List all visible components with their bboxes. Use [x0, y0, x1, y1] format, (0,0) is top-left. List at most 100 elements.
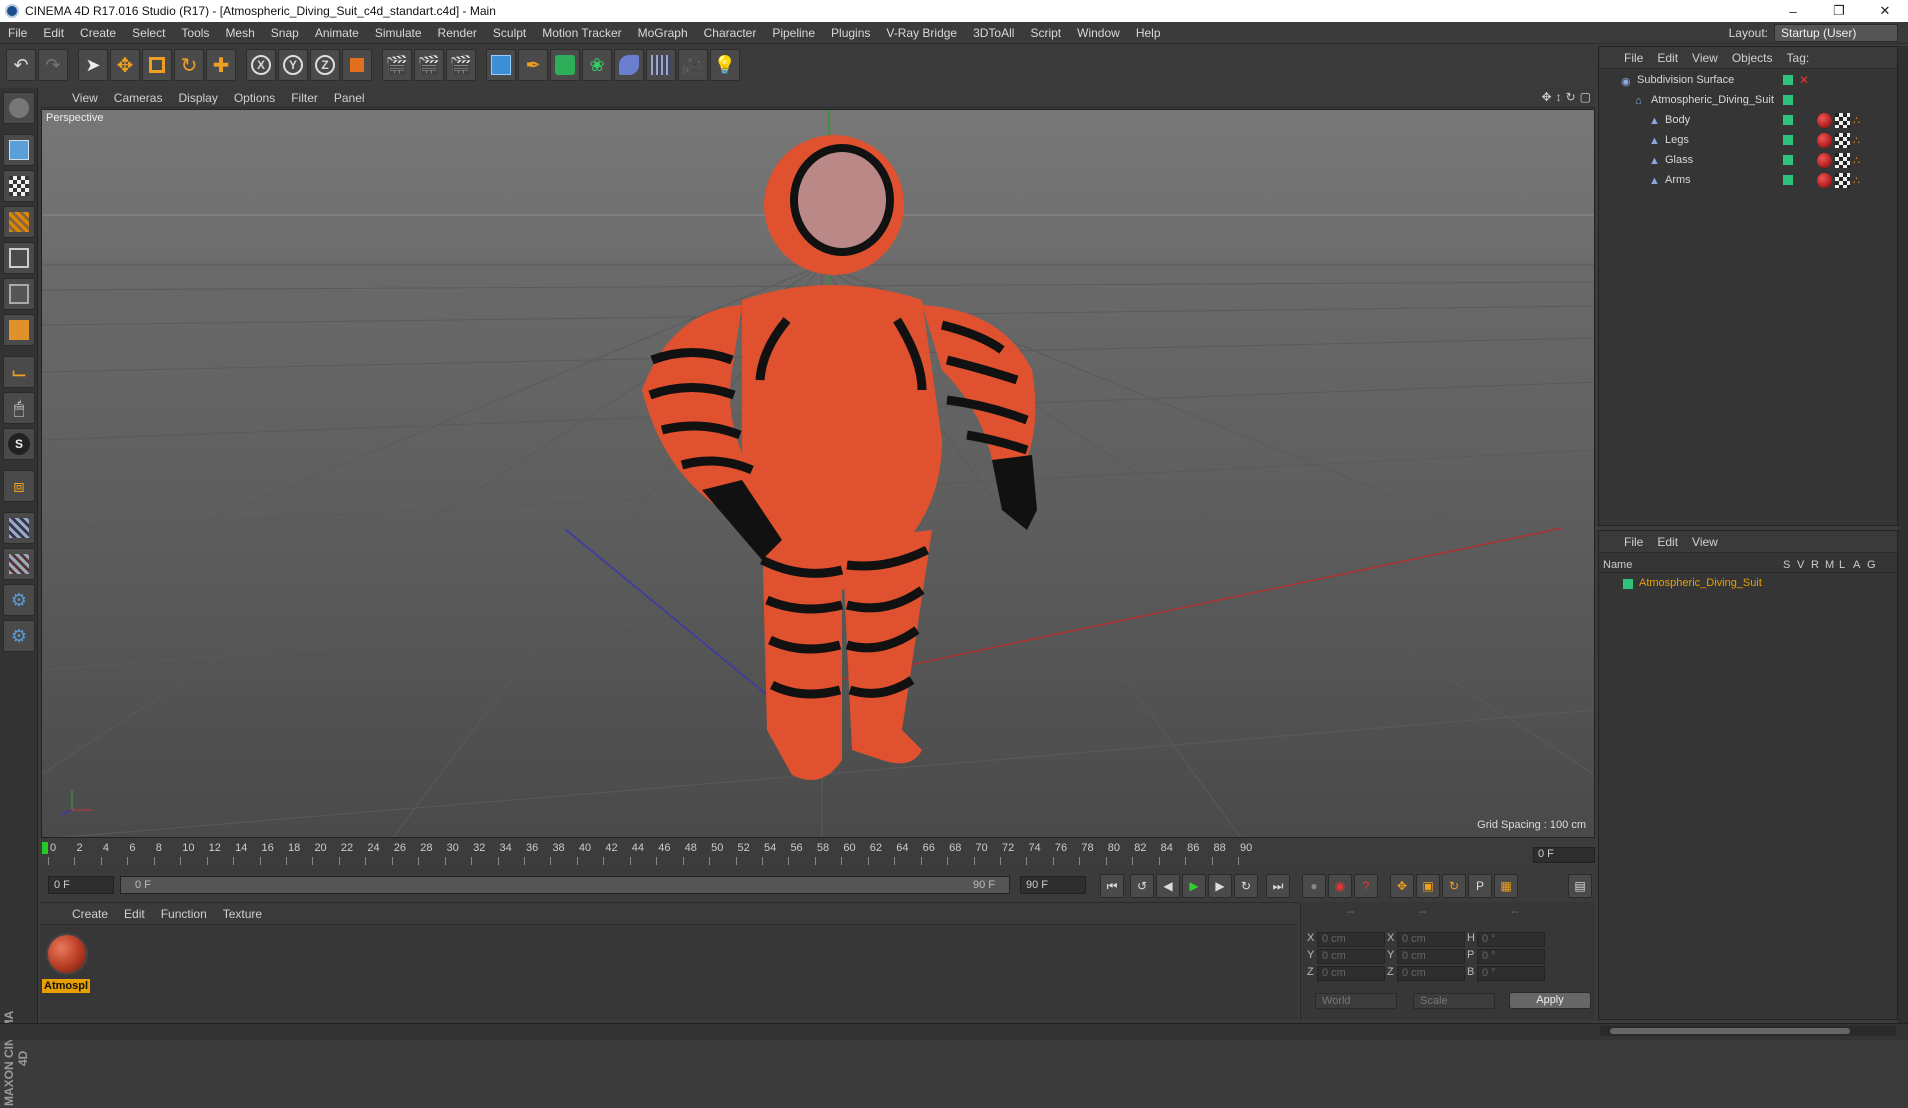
position-field[interactable]: 0 cm — [1317, 932, 1385, 947]
menu-3dtoall[interactable]: 3DToAll — [965, 26, 1022, 40]
menu-pipeline[interactable]: Pipeline — [764, 26, 823, 40]
object-row[interactable]: ◉ Subdivision Surface ✕ — [1599, 71, 1897, 91]
rotation-field[interactable]: 0 ° — [1477, 966, 1545, 981]
render-picture-viewer-button[interactable]: 🎬 — [414, 49, 444, 81]
key-parameter-button[interactable]: P — [1468, 874, 1492, 898]
x-axis-button[interactable]: X — [246, 49, 276, 81]
workplane-mode-button[interactable] — [3, 206, 35, 238]
position-field[interactable]: 0 cm — [1317, 949, 1385, 964]
object-row[interactable]: ⌂ Atmospheric_Diving_Suit — [1599, 91, 1897, 111]
key-scale-button[interactable]: ▣ — [1416, 874, 1440, 898]
object-menu-edit[interactable]: Edit — [1650, 51, 1685, 65]
minimize-button[interactable]: – — [1770, 0, 1816, 22]
tweak-mode-button[interactable]: 🖱 — [3, 392, 35, 424]
object-menu-view[interactable]: View — [1685, 51, 1725, 65]
select-tool-button[interactable]: ➤ — [78, 49, 108, 81]
key-position-button[interactable]: ✥ — [1390, 874, 1414, 898]
menu-script[interactable]: Script — [1022, 26, 1069, 40]
menu-file[interactable]: File — [0, 26, 35, 40]
previous-frame-button[interactable]: ◀ — [1156, 874, 1180, 898]
size-field[interactable]: 0 cm — [1397, 949, 1465, 964]
menu-plugins[interactable]: Plugins — [823, 26, 878, 40]
menu-edit[interactable]: Edit — [35, 26, 72, 40]
viewport-menu-view[interactable]: View — [64, 91, 106, 105]
position-field[interactable]: 0 cm — [1317, 966, 1385, 981]
snap-mode-button[interactable]: S — [3, 428, 35, 460]
go-to-end-button[interactable]: ⏭ — [1266, 874, 1290, 898]
material-menu-edit[interactable]: Edit — [116, 907, 153, 921]
playhead[interactable] — [42, 842, 48, 854]
viewport-menu-filter[interactable]: Filter — [283, 91, 326, 105]
menu-mesh[interactable]: Mesh — [217, 26, 262, 40]
render-settings-button[interactable]: 🎬 — [446, 49, 476, 81]
viewport-menu-cameras[interactable]: Cameras — [106, 91, 171, 105]
menu-character[interactable]: Character — [696, 26, 765, 40]
layer-menu-file[interactable]: File — [1617, 535, 1650, 549]
material-menu-create[interactable]: Create — [64, 907, 116, 921]
object-row[interactable]: ▲ Legs ∴ — [1599, 131, 1897, 151]
add-array-button[interactable]: ❀ — [582, 49, 612, 81]
extra-tag-icon[interactable]: ∴ — [1853, 154, 1867, 168]
menu-animate[interactable]: Animate — [307, 26, 367, 40]
close-button[interactable]: ✕ — [1862, 0, 1908, 22]
autokey-button[interactable]: ◉ — [1328, 874, 1352, 898]
texture-tag-icon[interactable] — [1835, 173, 1850, 188]
rotation-field[interactable]: 0 ° — [1477, 932, 1545, 947]
record-keys-button[interactable]: ● — [1302, 874, 1326, 898]
size-field[interactable]: 0 cm — [1397, 966, 1465, 981]
material-name[interactable]: Atmospl — [42, 979, 90, 993]
orbit-icon[interactable]: ↻ — [1566, 90, 1576, 104]
extra-tag-icon[interactable]: ∴ — [1853, 174, 1867, 188]
current-frame-field[interactable]: 0 F — [1533, 847, 1595, 863]
material-menu-texture[interactable]: Texture — [215, 907, 270, 921]
y-axis-button[interactable]: Y — [278, 49, 308, 81]
material-tag-icon[interactable] — [1817, 153, 1832, 168]
planar-workplane-button[interactable] — [3, 548, 35, 580]
menu-snap[interactable]: Snap — [263, 26, 307, 40]
timeline-window-button[interactable]: ▤ — [1568, 874, 1592, 898]
key-rotation-button[interactable]: ↻ — [1442, 874, 1466, 898]
magnet-button[interactable]: ⧈ — [3, 470, 35, 502]
apply-button[interactable]: Apply — [1509, 992, 1591, 1009]
extra-tag-icon[interactable]: ∴ — [1853, 134, 1867, 148]
restore-button[interactable]: ❐ — [1816, 0, 1862, 22]
play-button[interactable]: ▶ — [1182, 874, 1206, 898]
timeline-ruler[interactable]: 0 2 4 6 8 10 12 14 16 18 20 22 24 26 28 30 32 34 36 38 40 42 4… — [40, 840, 1595, 868]
viewport-menu-options[interactable]: Options — [226, 91, 283, 105]
menu-simulate[interactable]: Simulate — [367, 26, 430, 40]
visibility-indicator[interactable] — [1783, 175, 1793, 185]
size-field[interactable]: 0 cm — [1397, 932, 1465, 947]
undo-button[interactable]: ↶ — [6, 49, 36, 81]
edges-mode-button[interactable] — [3, 278, 35, 310]
menu-tools[interactable]: Tools — [173, 26, 217, 40]
previous-keyframe-button[interactable]: ↺ — [1130, 874, 1154, 898]
visibility-indicator[interactable] — [1783, 155, 1793, 165]
redo-button[interactable]: ↷ — [38, 49, 68, 81]
menu-help[interactable]: Help — [1128, 26, 1169, 40]
layout-dropdown[interactable]: Startup (User) — [1774, 24, 1898, 42]
material-tag-icon[interactable] — [1817, 113, 1832, 128]
move-tool-button[interactable]: ✥ — [110, 49, 140, 81]
menu-render[interactable]: Render — [430, 26, 485, 40]
make-editable-button[interactable] — [3, 92, 35, 124]
material-thumbnail[interactable] — [46, 933, 88, 975]
add-light-button[interactable]: 💡 — [710, 49, 740, 81]
visibility-indicator[interactable] — [1783, 115, 1793, 125]
end-frame-field[interactable]: 90 F — [1020, 876, 1086, 894]
maximize-icon[interactable]: ▢ — [1580, 90, 1591, 104]
menu-select[interactable]: Select — [124, 26, 173, 40]
python-script-button-2[interactable]: ⚙ — [3, 620, 35, 652]
coord-space-dropdown[interactable]: World — [1315, 993, 1397, 1009]
add-spline-button[interactable]: ✒ — [518, 49, 548, 81]
z-axis-button[interactable]: Z — [310, 49, 340, 81]
model-mode-button[interactable] — [3, 134, 35, 166]
add-deformer-button[interactable] — [614, 49, 644, 81]
visibility-indicator[interactable] — [1783, 75, 1793, 85]
coordinate-system-button[interactable] — [342, 49, 372, 81]
keyframe-selection-button[interactable]: ? — [1354, 874, 1378, 898]
transform-tool-button[interactable]: ✚ — [206, 49, 236, 81]
layer-menu-view[interactable]: View — [1685, 535, 1725, 549]
points-mode-button[interactable] — [3, 242, 35, 274]
dolly-icon[interactable]: ↕ — [1556, 90, 1562, 104]
menu-mograph[interactable]: MoGraph — [630, 26, 696, 40]
